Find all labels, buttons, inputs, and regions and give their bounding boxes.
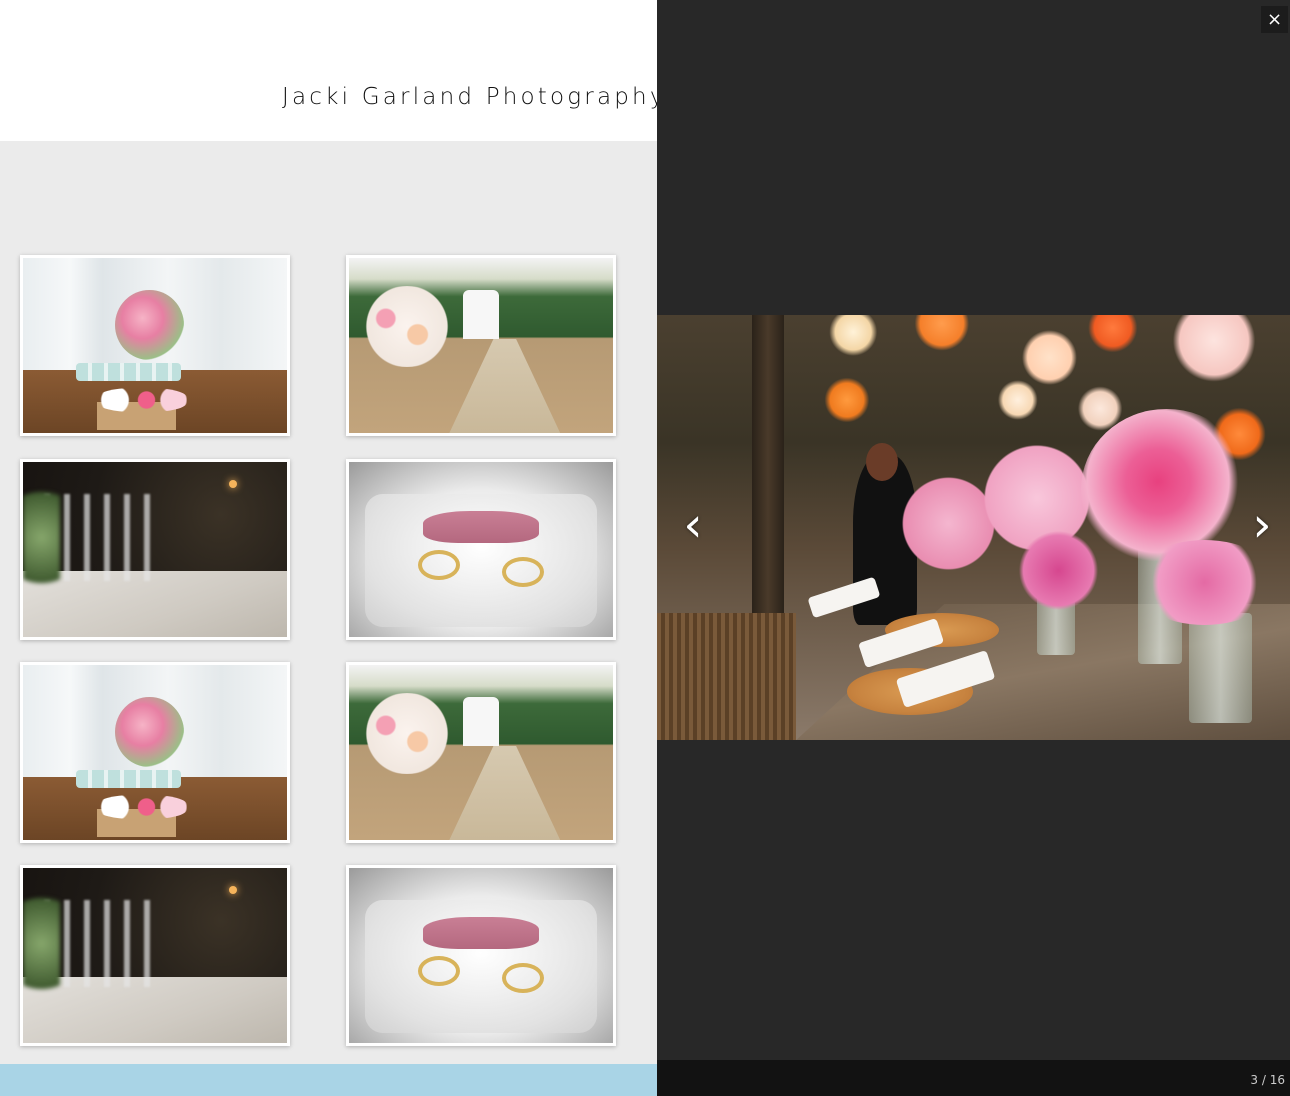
- photo: [23, 462, 287, 637]
- next-image-button[interactable]: ›: [1242, 500, 1282, 550]
- photo: [349, 868, 613, 1043]
- thumbnail-wedding-rings[interactable]: [346, 459, 616, 640]
- footer-band: [0, 1064, 657, 1096]
- thumbnail-sweet-table[interactable]: [20, 255, 290, 436]
- photo: [349, 665, 613, 840]
- thumbnail-dinner-table[interactable]: [20, 865, 290, 1046]
- thumbnail-ceremony-aisle[interactable]: [346, 662, 616, 843]
- previous-image-button[interactable]: ‹: [673, 500, 713, 550]
- site-title[interactable]: Jacki Garland Photography: [282, 84, 657, 110]
- lightbox-toolbar: 3 / 16: [657, 1060, 1290, 1096]
- photo: [349, 462, 613, 637]
- photo: [23, 258, 287, 433]
- wedding-table-photo: [657, 315, 1290, 740]
- photo: [349, 258, 613, 433]
- thumbnail-ceremony-aisle[interactable]: [346, 255, 616, 436]
- thumbnail-sweet-table[interactable]: [20, 662, 290, 843]
- close-icon: ×: [1266, 9, 1283, 30]
- photo: [23, 868, 287, 1043]
- thumbnail-wedding-rings[interactable]: [346, 865, 616, 1046]
- lightbox-overlay: × ‹ › 3 / 16: [657, 0, 1290, 1096]
- chevron-right-icon: ›: [1252, 497, 1272, 553]
- lightbox-image: [657, 315, 1290, 740]
- site-header: Jacki Garland Photography: [0, 0, 657, 141]
- photo: [23, 665, 287, 840]
- image-counter: 3 / 16: [1250, 1073, 1285, 1087]
- close-button[interactable]: ×: [1261, 6, 1288, 33]
- thumbnail-dinner-table[interactable]: [20, 459, 290, 640]
- gallery-page: Jacki Garland Photography: [0, 0, 657, 1096]
- chevron-left-icon: ‹: [683, 497, 703, 553]
